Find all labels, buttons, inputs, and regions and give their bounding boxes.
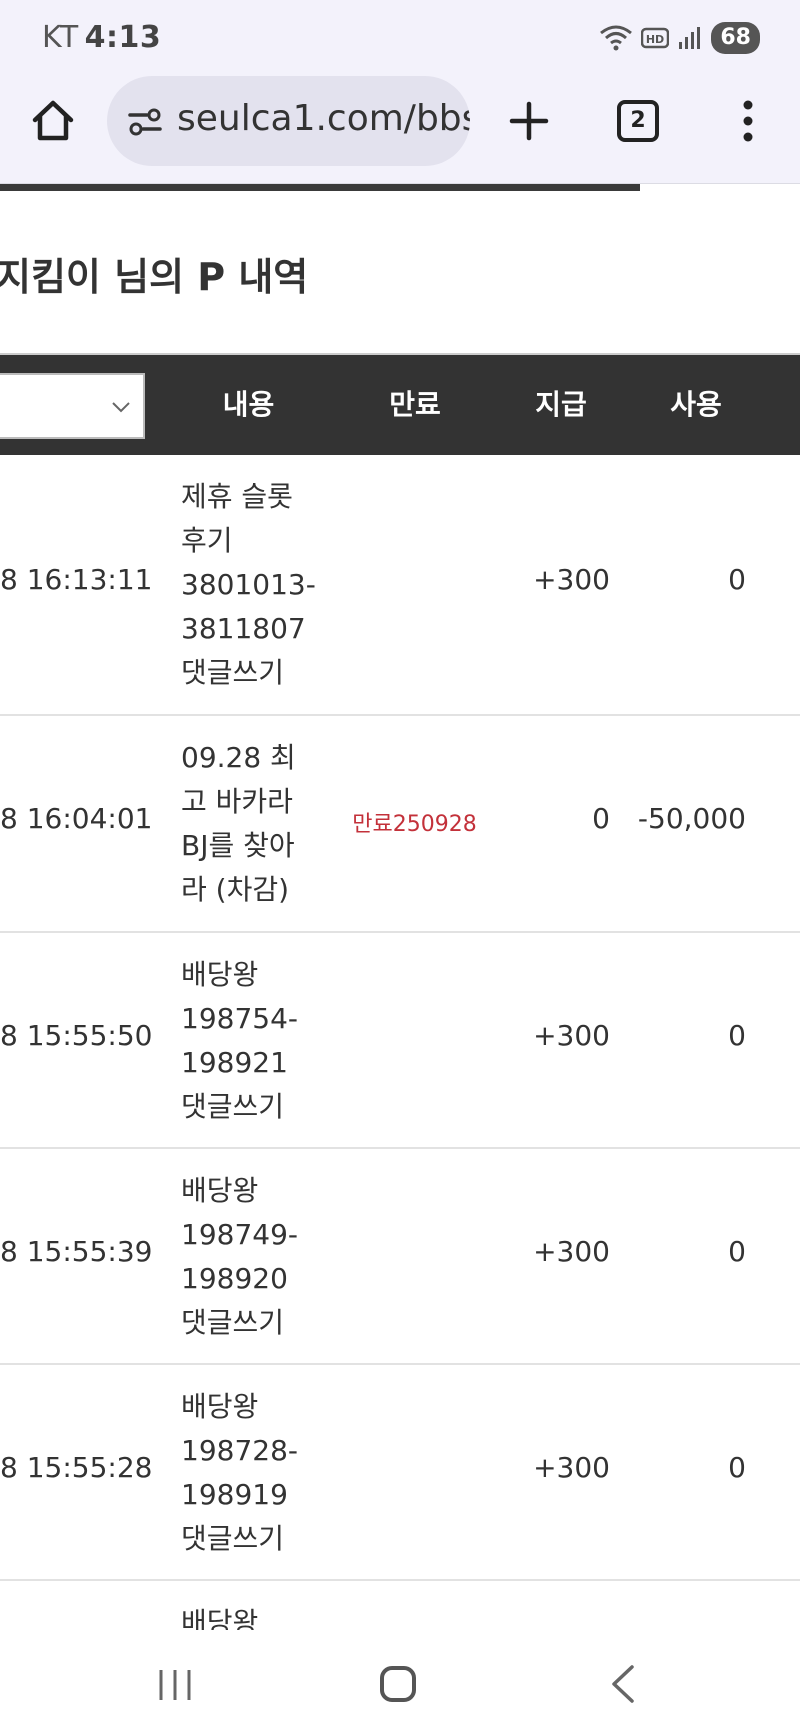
row-date: 8 15:55:28 [0, 1451, 153, 1484]
column-header-expire: 만료 [389, 388, 441, 421]
row-used: 0 [728, 1235, 746, 1268]
status-carrier-time: KT 4:13 [42, 20, 161, 55]
hd-icon: HD [641, 27, 670, 49]
address-bar[interactable]: seulca1.com/bbs [107, 76, 470, 166]
row-paid: +300 [533, 563, 610, 596]
page-load-progress [0, 184, 800, 192]
table-row: 8 16:13:11 제휴 슬롯 후기 3801013- 3811807 댓글쓰… [0, 455, 800, 716]
table-row: 8 15:55:28 배당왕 198728- 198919 댓글쓰기 +300 … [0, 1365, 800, 1581]
row-content: 제휴 슬롯 후기 3801013- 3811807 댓글쓰기 [181, 480, 316, 689]
clock: 4:13 [84, 20, 162, 55]
column-header-content: 내용 [222, 388, 275, 421]
date-filter-select[interactable] [0, 373, 145, 439]
row-used: 0 [728, 1019, 746, 1052]
row-date: 8 15:55:50 [0, 1019, 153, 1052]
more-menu-icon[interactable] [738, 98, 758, 144]
row-content: 배당왕 198728- 198919 댓글쓰기 [181, 1390, 298, 1555]
tab-switcher-button[interactable]: 2 [617, 100, 659, 142]
signal-icon [679, 27, 701, 49]
row-content: 배당왕 198754- 198921 댓글쓰기 [181, 958, 298, 1123]
recent-apps-icon[interactable] [157, 1668, 193, 1702]
row-date: 8 15:55:39 [0, 1235, 153, 1268]
row-content: 09.28 최 고 바카라 BJ를 찾아 라 (차감) [181, 741, 296, 906]
row-used: 0 [728, 1451, 746, 1484]
row-used: -50,000 [637, 802, 746, 835]
row-used: 0 [728, 563, 746, 596]
row-content: 배당왕 198749- 198920 댓글쓰기 [181, 1174, 298, 1339]
table-row: 8 15:55:39 배당왕 198749- 198920 댓글쓰기 +300 … [0, 1149, 800, 1365]
row-paid: +300 [533, 1019, 610, 1052]
url-text: seulca1.com/bbs [177, 98, 470, 139]
wifi-icon [600, 25, 633, 51]
page-load-progress-fill [0, 184, 640, 191]
status-bar: KT 4:13 HD 68 [0, 0, 800, 76]
column-header-paid: 지급 [535, 388, 587, 421]
site-info-icon[interactable] [127, 104, 163, 140]
status-icons: HD 68 [599, 20, 760, 56]
nav-home-button[interactable] [380, 1666, 416, 1702]
browser-toolbar: seulca1.com/bbs 2 [0, 76, 800, 184]
table-row: 8 15:55:50 배당왕 198754- 198921 댓글쓰기 +300 … [0, 933, 800, 1149]
page-title: 지킴이 님의 P 내역 [0, 255, 309, 299]
row-paid: +300 [533, 1235, 610, 1268]
system-nav-bar [0, 1630, 800, 1734]
battery-indicator: 68 [711, 22, 760, 54]
row-paid: +300 [533, 1451, 610, 1484]
table-row: 8 16:04:01 09.28 최 고 바카라 BJ를 찾아 라 (차감) 만… [0, 716, 800, 933]
column-header-used: 사용 [670, 388, 722, 421]
row-expire: 만료250928 [352, 812, 477, 837]
svg-text:HD: HD [646, 33, 664, 46]
row-date: 8 16:04:01 [0, 802, 153, 835]
row-date: 8 16:13:11 [0, 563, 153, 596]
table-header: 내용 만료 지급 사용 [0, 353, 800, 455]
chevron-down-icon [112, 402, 130, 413]
row-paid: 0 [592, 802, 610, 835]
home-icon[interactable] [30, 98, 76, 144]
carrier-label: KT [42, 20, 79, 55]
new-tab-icon[interactable] [506, 98, 552, 144]
back-icon[interactable] [608, 1664, 638, 1704]
points-history-table: 8 16:13:11 제휴 슬롯 후기 3801013- 3811807 댓글쓰… [0, 455, 800, 1701]
